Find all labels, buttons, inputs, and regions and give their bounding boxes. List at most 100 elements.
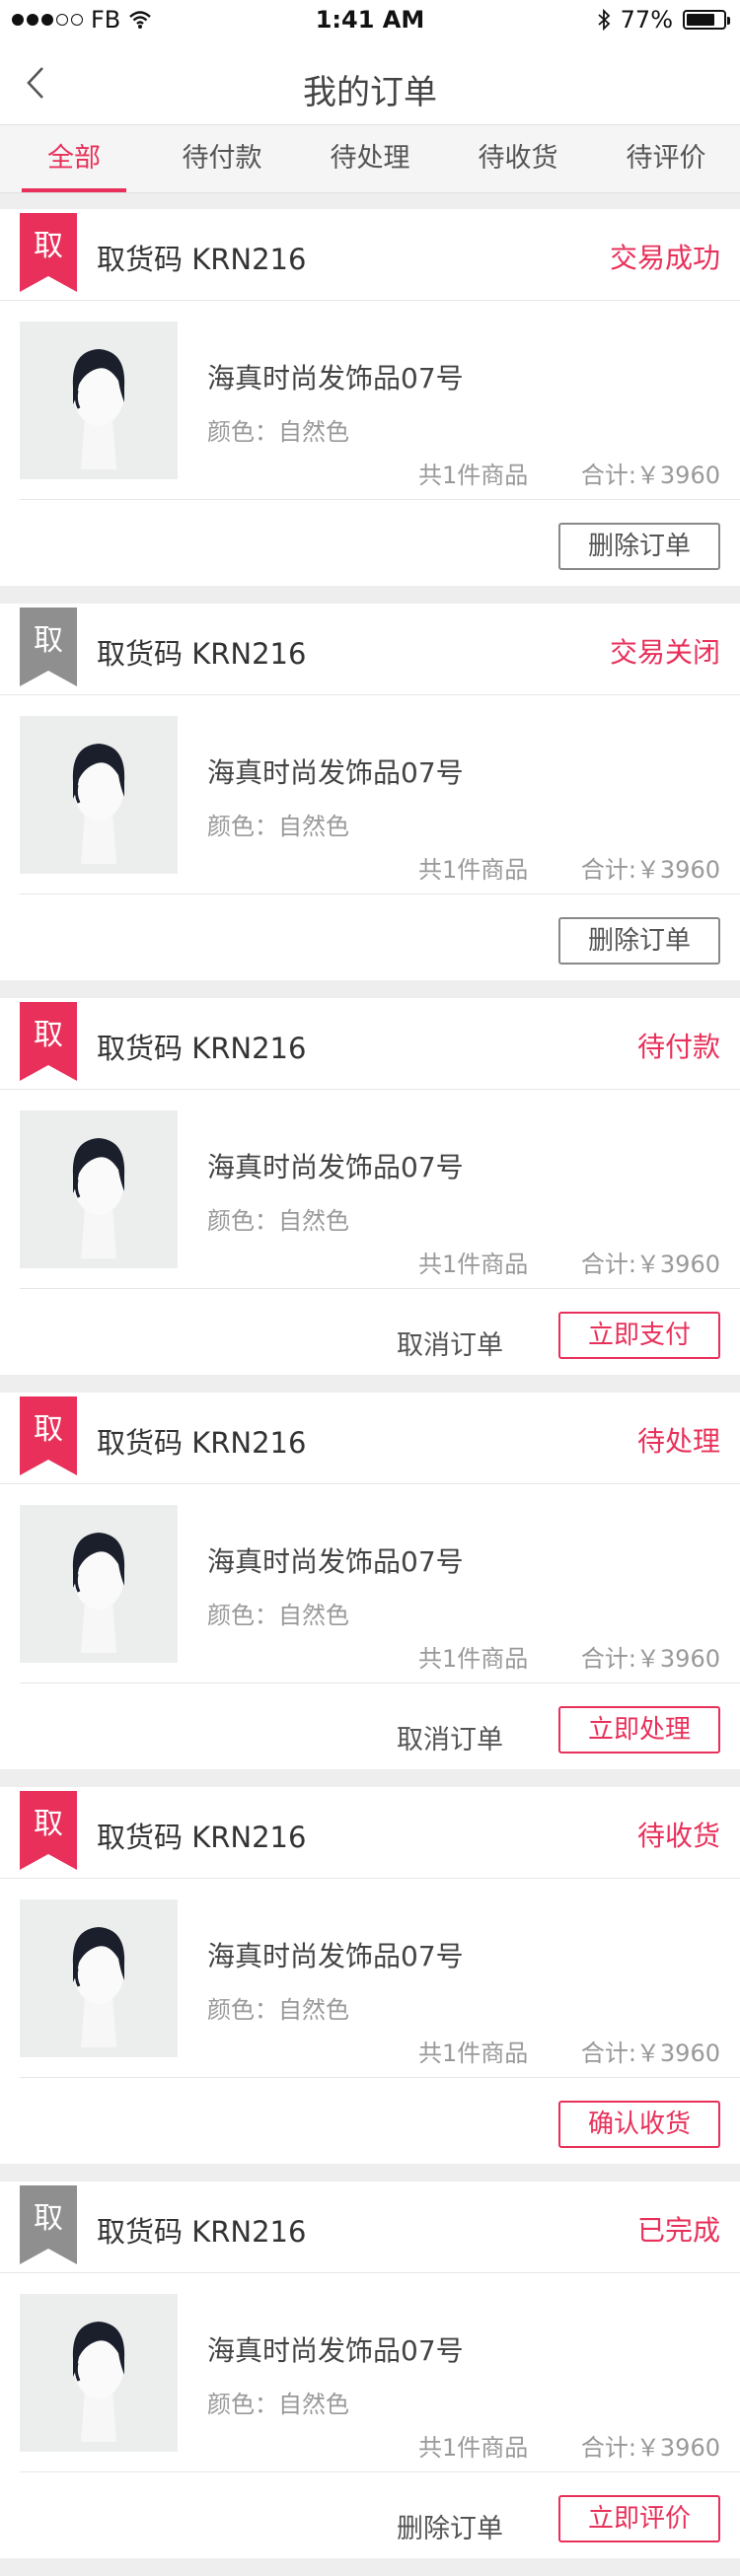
status-bar: FB 1:41 AM 77% [0,0,740,41]
divider [0,1089,740,1090]
order-total: 合计:￥3960 [580,1645,720,1673]
item-count: 共1件商品 [418,2434,529,2462]
product-color: 颜色：自然色 [207,1996,349,2024]
battery-level [687,14,714,26]
order-total: 合计:￥3960 [580,2434,720,2462]
product-thumbnail[interactable] [20,1505,178,1663]
ribbon-char: 取 [34,2201,63,2236]
order-list: 取 取货码 KRN216 交易成功 海真时尚发饰品07号 颜色：自然色 共1件商… [0,209,740,2576]
item-count: 共1件商品 [418,1645,529,1673]
battery-icon [683,10,730,30]
battery-percent: 77% [620,6,673,34]
bluetooth-icon [598,9,610,31]
primary-action-button[interactable]: 删除订单 [557,523,720,570]
item-count: 共1件商品 [418,1251,529,1278]
divider [20,499,740,500]
pickup-code: 取货码 KRN216 [97,1032,307,1065]
pickup-ribbon: 取 [20,1791,77,1870]
tab-3[interactable]: 待收货 [444,125,592,192]
status-right: 77% [597,6,730,34]
pickup-ribbon: 取 [20,1396,77,1475]
order-card: 取 取货码 KRN216 待处理 海真时尚发饰品07号 颜色：自然色 共1件商品… [0,1393,740,1769]
divider [0,2272,740,2273]
primary-action-button[interactable]: 立即评价 [557,2495,720,2542]
tab-2[interactable]: 待处理 [296,125,444,192]
secondary-action-button[interactable]: 取消订单 [397,1718,503,1756]
divider [20,2077,740,2078]
order-status: 待付款 [636,1031,720,1063]
pickup-code: 取货码 KRN216 [97,1821,307,1854]
divider [20,1682,740,1683]
product-name[interactable]: 海真时尚发饰品07号 [207,2329,464,2369]
divider [20,2471,740,2472]
product-color: 颜色：自然色 [207,813,349,840]
order-card: 取 取货码 KRN216 待付款 海真时尚发饰品07号 颜色：自然色 共1件商品… [0,998,740,1375]
pickup-code: 取货码 KRN216 [97,637,307,671]
item-count: 共1件商品 [418,856,529,884]
ribbon-char: 取 [34,1412,63,1447]
divider [0,694,740,695]
tab-label: 待付款 [182,143,262,174]
primary-action-button[interactable]: 确认收货 [557,2101,720,2148]
pickup-code: 取货码 KRN216 [97,243,307,276]
tab-0[interactable]: 全部 [0,125,148,192]
secondary-action-button[interactable]: 取消订单 [397,1324,503,1362]
wig-mannequin-icon [20,322,178,479]
primary-action-button[interactable]: 立即支付 [557,1312,720,1359]
wig-mannequin-icon [20,716,178,874]
order-total: 合计:￥3960 [580,1251,720,1278]
product-name[interactable]: 海真时尚发饰品07号 [207,1540,464,1580]
tab-4[interactable]: 待评价 [592,125,740,192]
product-color: 颜色：自然色 [207,418,349,446]
order-status: 待处理 [636,1425,720,1458]
product-name[interactable]: 海真时尚发饰品07号 [207,1146,464,1185]
order-tabs: 全部 待付款 待处理 待收货 待评价 [0,124,740,193]
product-color: 颜色：自然色 [207,2391,349,2418]
tab-label: 待收货 [478,143,558,174]
wig-mannequin-icon [20,1505,178,1663]
order-card: 取 取货码 KRN216 待收货 海真时尚发饰品07号 颜色：自然色 共1件商品… [0,1787,740,2164]
primary-action-button[interactable]: 删除订单 [557,917,720,965]
product-thumbnail[interactable] [20,1110,178,1268]
product-thumbnail[interactable] [20,322,178,479]
order-total: 合计:￥3960 [580,2039,720,2067]
pickup-ribbon: 取 [20,213,77,292]
product-thumbnail[interactable] [20,2294,178,2452]
secondary-action-button[interactable]: 删除订单 [397,2507,503,2545]
product-thumbnail[interactable] [20,1899,178,2057]
wig-mannequin-icon [20,1899,178,2057]
order-status: 交易关闭 [609,636,720,669]
ribbon-char: 取 [34,1018,63,1052]
order-total: 合计:￥3960 [580,462,720,489]
primary-action-button[interactable]: 立即处理 [557,1706,720,1753]
order-card: 取 取货码 KRN216 交易关闭 海真时尚发饰品07号 颜色：自然色 共1件商… [0,604,740,980]
product-name[interactable]: 海真时尚发饰品07号 [207,1935,464,1974]
tab-label: 全部 [47,143,101,174]
page-title: 我的订单 [303,73,437,112]
product-name[interactable]: 海真时尚发饰品07号 [207,751,464,791]
divider [0,1483,740,1484]
order-status: 已完成 [636,2214,720,2247]
ribbon-char: 取 [34,1807,63,1841]
nav-bar: 我的订单 [0,41,740,124]
wig-mannequin-icon [20,1110,178,1268]
pickup-ribbon: 取 [20,2185,77,2264]
tab-label: 待评价 [626,143,706,174]
product-color: 颜色：自然色 [207,1207,349,1235]
pickup-code: 取货码 KRN216 [97,1426,307,1460]
order-status: 待收货 [636,1820,720,1852]
product-thumbnail[interactable] [20,716,178,874]
ribbon-char: 取 [34,229,63,263]
product-color: 颜色：自然色 [207,1602,349,1629]
product-name[interactable]: 海真时尚发饰品07号 [207,357,464,396]
divider [0,300,740,301]
order-card: 取 取货码 KRN216 已完成 海真时尚发饰品07号 颜色：自然色 共1件商品… [0,2182,740,2558]
ribbon-char: 取 [34,623,63,658]
tab-label: 待处理 [330,143,410,174]
wig-mannequin-icon [20,2294,178,2452]
pickup-ribbon: 取 [20,608,77,686]
pickup-code: 取货码 KRN216 [97,2215,307,2249]
pickup-ribbon: 取 [20,1002,77,1081]
item-count: 共1件商品 [418,462,529,489]
tab-1[interactable]: 待付款 [148,125,296,192]
